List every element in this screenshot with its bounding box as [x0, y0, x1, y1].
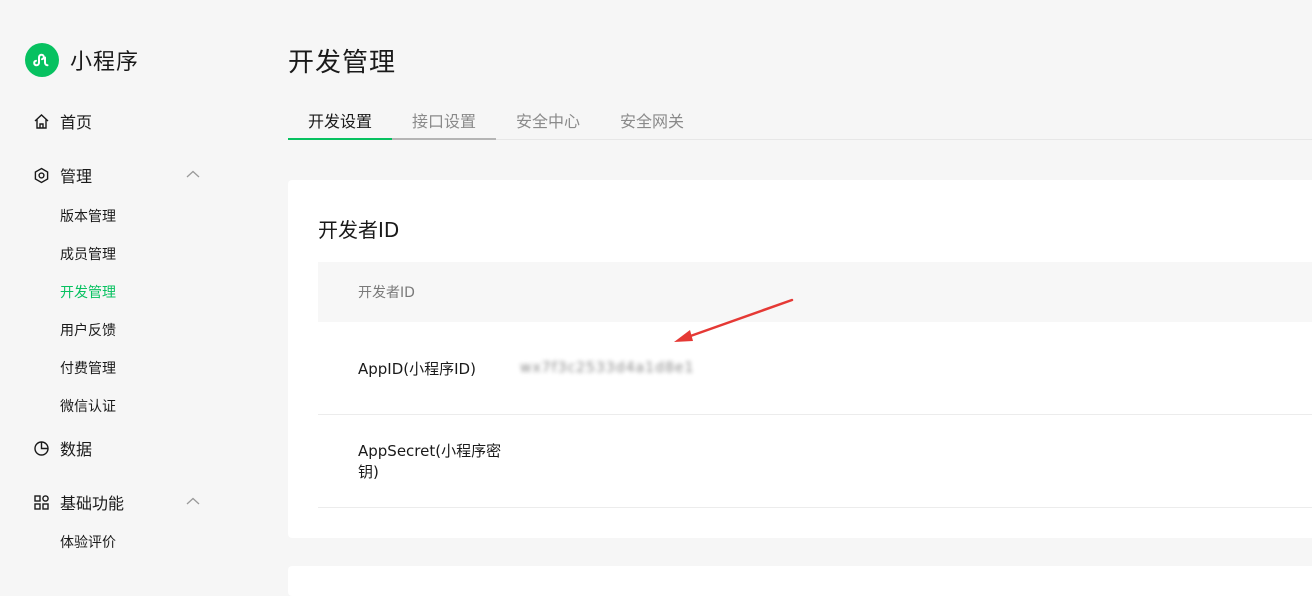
card-title: 开发者ID: [318, 218, 400, 242]
sidebar: 小程序 首页 管理 版本管理 成员管理 开发管理 用户反馈 付费管理 微信认证 …: [0, 0, 250, 573]
sidebar-subitem-payment[interactable]: 付费管理: [60, 358, 116, 378]
next-card: [288, 566, 1312, 596]
chevron-up-icon[interactable]: [184, 166, 202, 184]
chevron-up-icon[interactable]: [184, 493, 202, 511]
mini-program-logo-icon: [25, 43, 59, 77]
sidebar-item-basic-functions[interactable]: 基础功能: [32, 489, 202, 515]
page-title: 开发管理: [288, 48, 397, 78]
table-header: 开发者ID: [318, 262, 1312, 322]
appsecret-label: AppSecret(小程序密钥): [358, 442, 502, 481]
sidebar-subitem-feedback[interactable]: 用户反馈: [60, 320, 116, 340]
brand[interactable]: 小程序: [25, 43, 139, 77]
table-header-label: 开发者ID: [358, 285, 415, 301]
table-row-appsecret: AppSecret(小程序密钥): [318, 415, 1312, 508]
tab-api-settings[interactable]: 接口设置: [392, 98, 496, 140]
pie-chart-icon: [32, 439, 50, 457]
sidebar-subitem-development[interactable]: 开发管理: [60, 282, 116, 302]
tab-bar: 开发设置 接口设置 安全中心 安全网关: [288, 98, 1312, 140]
appid-label: AppID(小程序ID): [358, 359, 476, 378]
sidebar-item-data[interactable]: 数据: [32, 435, 202, 461]
tab-dev-settings[interactable]: 开发设置: [288, 98, 392, 140]
appid-value[interactable]: wx7f3c2533d4a1d8e1: [520, 360, 694, 376]
table-row-appid: AppID(小程序ID) wx7f3c2533d4a1d8e1: [318, 322, 1312, 415]
sidebar-subitem-wechat-verify[interactable]: 微信认证: [60, 396, 116, 416]
sidebar-item-manage[interactable]: 管理: [32, 162, 202, 188]
tab-security-gateway[interactable]: 安全网关: [600, 98, 704, 140]
annotation-arrow-icon: [674, 298, 794, 342]
main-content: 开发管理 开发设置 接口设置 安全中心 安全网关 开发者ID 开发者ID App…: [288, 0, 1312, 596]
hexagon-gear-icon: [32, 166, 50, 184]
sidebar-subitem-version[interactable]: 版本管理: [60, 206, 116, 226]
sidebar-item-label: 管理: [60, 167, 93, 186]
brand-name: 小程序: [70, 50, 140, 75]
sidebar-item-label: 数据: [60, 440, 93, 459]
sidebar-item-label: 首页: [60, 113, 93, 132]
grid-apps-icon: [32, 493, 50, 511]
sidebar-item-label: 基础功能: [60, 494, 125, 513]
tab-security-center[interactable]: 安全中心: [496, 98, 600, 140]
sidebar-item-home[interactable]: 首页: [32, 108, 202, 134]
sidebar-subitem-members[interactable]: 成员管理: [60, 244, 116, 264]
sidebar-subitem-experience-review[interactable]: 体验评价: [60, 532, 116, 552]
home-icon: [32, 112, 50, 130]
developer-id-card: 开发者ID 开发者ID AppID(小程序ID) wx7f3c2533d4a1d…: [288, 180, 1312, 538]
